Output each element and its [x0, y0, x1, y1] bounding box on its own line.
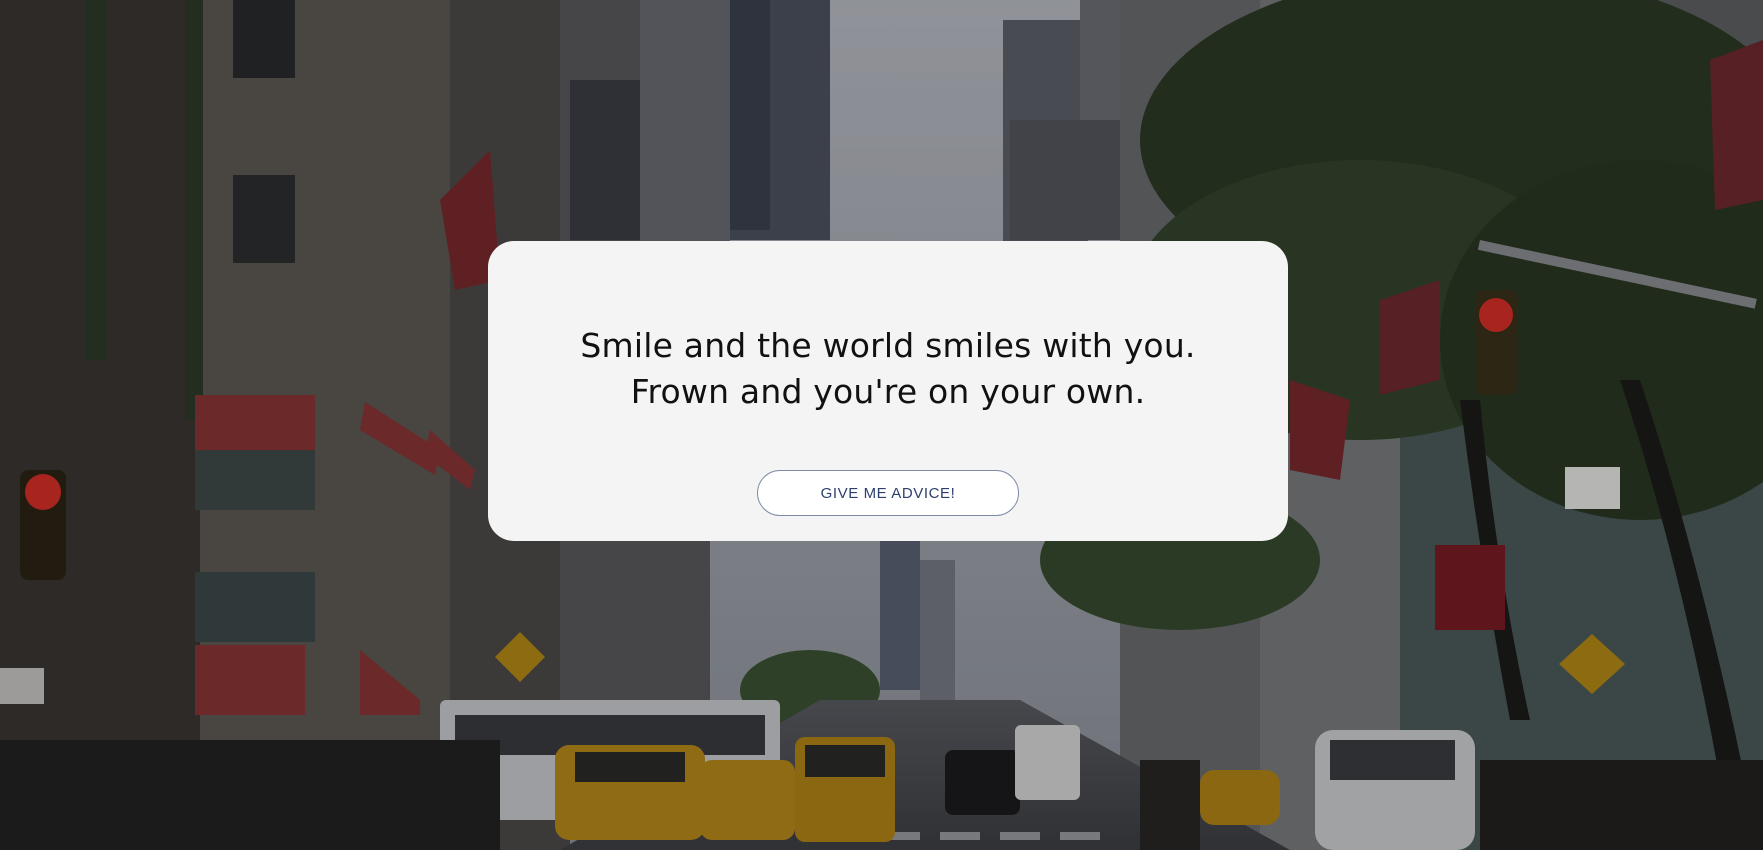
- quote-card: Smile and the world smiles with you. Fro…: [488, 241, 1288, 541]
- give-advice-button[interactable]: GIVE ME ADVICE!: [757, 470, 1019, 516]
- quote-text: Smile and the world smiles with you. Fro…: [580, 326, 1196, 411]
- page-root: Smile and the world smiles with you. Fro…: [0, 0, 1763, 850]
